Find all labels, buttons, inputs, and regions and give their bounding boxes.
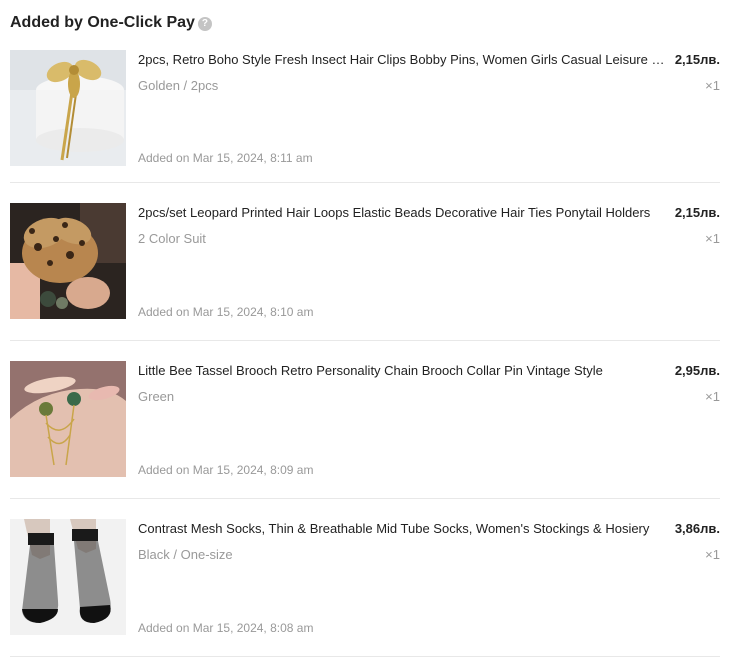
added-date: Added on Mar 15, 2024, 8:08 am bbox=[138, 621, 314, 635]
product-quantity: ×1 bbox=[705, 231, 720, 246]
product-title[interactable]: 2pcs/set Leopard Printed Hair Loops Elas… bbox=[138, 205, 670, 221]
product-variant: 2 Color Suit bbox=[138, 231, 206, 246]
list-item: 2pcs/set Leopard Printed Hair Loops Elas… bbox=[10, 183, 720, 341]
list-item: Little Bee Tassel Brooch Retro Personali… bbox=[10, 341, 720, 499]
section-title: Added by One-Click Pay bbox=[10, 14, 195, 31]
product-variant: Black / One-size bbox=[138, 547, 233, 562]
product-price: 2,15лв. bbox=[674, 205, 720, 220]
bee-hair-clip-photo bbox=[10, 50, 126, 166]
product-price: 2,15лв. bbox=[674, 52, 720, 67]
product-title[interactable]: Little Bee Tassel Brooch Retro Personali… bbox=[138, 363, 670, 379]
product-quantity: ×1 bbox=[705, 389, 720, 404]
section-header: Added by One-Click Pay ? bbox=[10, 0, 720, 46]
added-date: Added on Mar 15, 2024, 8:09 am bbox=[138, 463, 314, 477]
product-image[interactable] bbox=[10, 50, 126, 166]
question-mark-icon[interactable]: ? bbox=[197, 16, 212, 31]
leopard-hair-tie-photo bbox=[10, 203, 126, 319]
product-quantity: ×1 bbox=[705, 547, 720, 562]
added-date: Added on Mar 15, 2024, 8:11 am bbox=[138, 151, 313, 165]
one-click-pay-section: Added by One-Click Pay ? 2pcs, Retro Boh… bbox=[10, 0, 720, 657]
product-variant: Golden / 2pcs bbox=[138, 78, 219, 93]
product-image[interactable] bbox=[10, 519, 126, 635]
product-title[interactable]: Contrast Mesh Socks, Thin & Breathable M… bbox=[138, 521, 670, 537]
added-date: Added on Mar 15, 2024, 8:10 am bbox=[138, 305, 314, 319]
product-image[interactable] bbox=[10, 203, 126, 319]
list-item: Contrast Mesh Socks, Thin & Breathable M… bbox=[10, 499, 720, 657]
bee-brooch-photo bbox=[10, 361, 126, 477]
product-price: 3,86лв. bbox=[674, 521, 720, 536]
product-variant: Green bbox=[138, 389, 175, 404]
product-price: 2,95лв. bbox=[674, 363, 720, 378]
product-image[interactable] bbox=[10, 361, 126, 477]
mesh-socks-photo bbox=[10, 519, 126, 635]
product-quantity: ×1 bbox=[705, 78, 720, 93]
product-title[interactable]: 2pcs, Retro Boho Style Fresh Insect Hair… bbox=[138, 52, 670, 68]
list-item: 2pcs, Retro Boho Style Fresh Insect Hair… bbox=[10, 46, 720, 183]
